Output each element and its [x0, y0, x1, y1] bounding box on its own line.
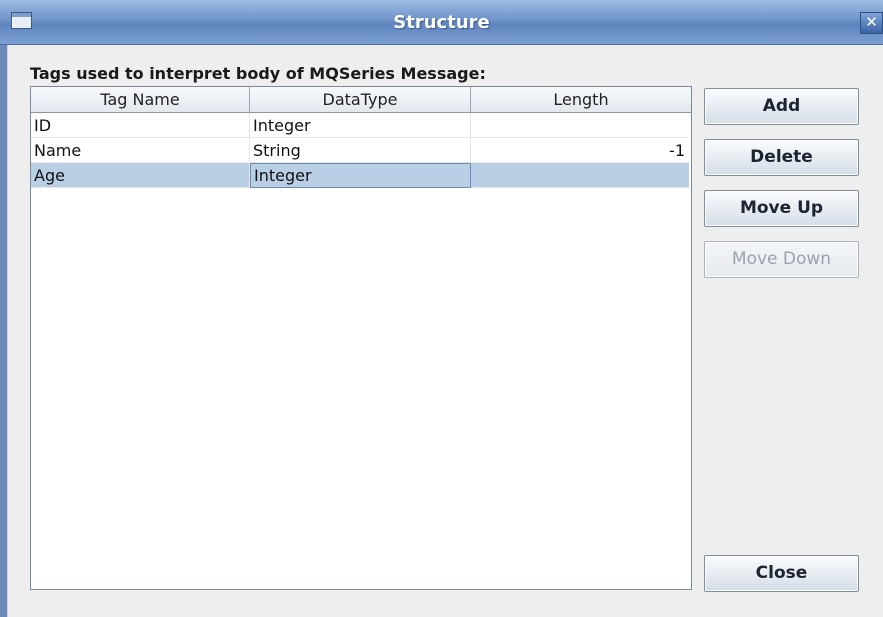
table-caption: Tags used to interpret body of MQSeries …: [30, 64, 486, 83]
column-header-datatype[interactable]: DataType: [250, 87, 471, 112]
tags-table[interactable]: Tag Name DataType Length ID Integer Name…: [30, 86, 692, 590]
cell-tag-name[interactable]: Age: [31, 163, 250, 188]
window-left-border-highlight: [7, 45, 8, 617]
table-row-selected[interactable]: Age Integer: [31, 163, 689, 188]
cell-tag-name[interactable]: ID: [31, 113, 250, 138]
cell-length[interactable]: -1: [471, 138, 689, 163]
window-left-border: [0, 45, 7, 617]
table-row[interactable]: Name String -1: [31, 138, 689, 163]
table-header: Tag Name DataType Length: [31, 87, 691, 113]
move-down-button: Move Down: [704, 241, 859, 278]
title-bar[interactable]: Structure ✕: [0, 0, 883, 45]
structure-dialog: Structure ✕ Tags used to interpret body …: [0, 0, 883, 617]
table-row[interactable]: ID Integer: [31, 113, 689, 138]
column-header-length[interactable]: Length: [471, 87, 691, 112]
add-button[interactable]: Add: [704, 88, 859, 125]
cell-datatype[interactable]: Integer: [250, 113, 471, 138]
close-button[interactable]: Close: [704, 555, 859, 592]
close-window-button[interactable]: ✕: [860, 12, 883, 34]
cell-datatype[interactable]: String: [250, 138, 471, 163]
column-header-tag-name[interactable]: Tag Name: [31, 87, 250, 112]
window-title: Structure: [393, 12, 490, 33]
cell-tag-name[interactable]: Name: [31, 138, 250, 163]
cell-datatype-focused[interactable]: Integer: [250, 163, 471, 188]
move-up-button[interactable]: Move Up: [704, 190, 859, 227]
cell-length[interactable]: [471, 113, 689, 138]
cell-length[interactable]: [471, 163, 689, 188]
delete-button[interactable]: Delete: [704, 139, 859, 176]
